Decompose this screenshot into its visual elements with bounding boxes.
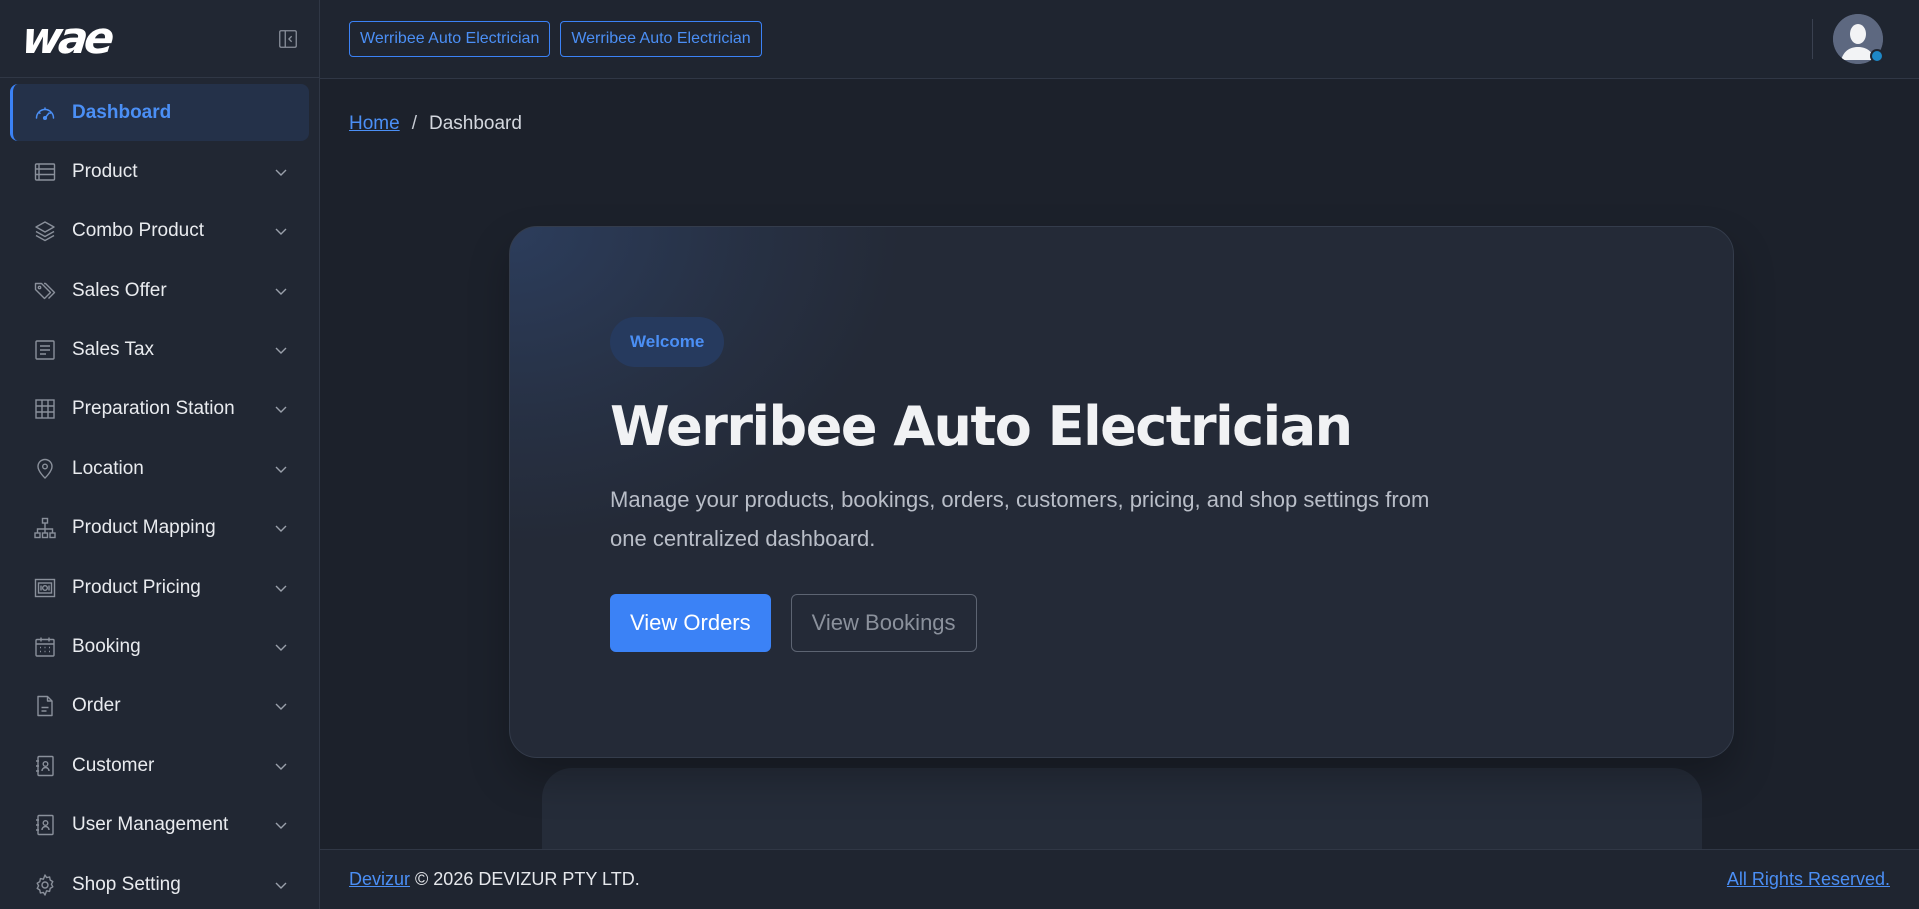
shop-chip[interactable]: Werribee Auto Electrician (349, 21, 551, 57)
document-list-icon (32, 337, 58, 363)
hero-title: Werribee Auto Electrician (610, 395, 1353, 458)
topbar-divider (1812, 19, 1813, 59)
sidebar-item-order[interactable]: Order (10, 678, 309, 735)
breadcrumb: Home / Dashboard (349, 113, 1890, 135)
sidebar-item-label: Booking (72, 636, 141, 658)
chevron-down-icon (275, 347, 287, 355)
sidebar-item-label: Preparation Station (72, 398, 235, 420)
footer-company-link[interactable]: Devizur (349, 869, 410, 890)
sidebar-item-label: Product Pricing (72, 576, 201, 598)
main-area: Werribee Auto Electrician Werribee Auto … (320, 0, 1919, 909)
user-book-icon (32, 812, 58, 838)
breadcrumb-home-link[interactable]: Home (349, 113, 400, 135)
brand-logo[interactable]: wae (19, 13, 113, 64)
hierarchy-icon (32, 515, 58, 541)
chevron-down-icon (275, 525, 287, 533)
sidebar-item-customer[interactable]: Customer (10, 737, 309, 794)
chevron-down-icon (275, 763, 287, 770)
sidebar-item-preparation-station[interactable]: Preparation Station (10, 381, 309, 438)
welcome-hero-card: Welcome Werribee Auto Electrician Manage… (509, 226, 1734, 758)
sidebar-item-label: Dashboard (72, 101, 172, 123)
user-avatar-wrapper[interactable] (1833, 14, 1884, 64)
sidebar: wae Dashboard Product Combo Product Sale… (0, 0, 320, 909)
sidebar-item-label: Sales Offer (72, 279, 167, 301)
topbar: Werribee Auto Electrician Werribee Auto … (320, 0, 1919, 79)
sidebar-item-product-pricing[interactable]: Product Pricing (10, 559, 309, 616)
shop-chip[interactable]: Werribee Auto Electrician (560, 21, 762, 57)
page-content: Home / Dashboard Welcome Werribee Auto E… (320, 79, 1919, 909)
sidebar-header: wae (0, 0, 319, 78)
sidebar-item-dashboard[interactable]: Dashboard (10, 84, 309, 141)
view-orders-button[interactable]: View Orders (610, 594, 771, 653)
sidebar-item-product-mapping[interactable]: Product Mapping (10, 500, 309, 557)
sidebar-item-user-management[interactable]: User Management (10, 797, 309, 854)
sidebar-item-label: Sales Tax (72, 339, 155, 361)
sidebar-item-location[interactable]: Location (10, 440, 309, 497)
sidebar-item-label: Shop Setting (72, 873, 181, 895)
collapse-sidebar-icon[interactable] (275, 26, 301, 52)
footer-rights-link[interactable]: All Rights Reserved. (1727, 869, 1890, 890)
sidebar-item-label: Combo Product (72, 220, 205, 242)
chevron-down-icon (275, 228, 287, 236)
view-bookings-button[interactable]: View Bookings (790, 594, 977, 653)
calendar-icon (32, 634, 58, 660)
sidebar-item-booking[interactable]: Booking (10, 619, 309, 676)
chevron-down-icon (275, 882, 287, 889)
sidebar-item-shop-setting[interactable]: Shop Setting (10, 856, 309, 909)
online-status-badge (1870, 49, 1884, 63)
chevron-down-icon (275, 703, 287, 711)
footer-copyright: © 2026 DEVIZUR PTY LTD. (410, 869, 640, 890)
hero-actions: View Orders View Bookings (610, 594, 1733, 653)
layers-icon (32, 218, 58, 244)
file-icon (32, 693, 58, 719)
pricing-icon (32, 575, 58, 601)
hero-description: Manage your products, bookings, orders, … (610, 487, 1430, 552)
dashboard-icon (32, 100, 58, 126)
chevron-down-icon (275, 288, 287, 295)
chevron-down-icon (275, 644, 287, 652)
footer-copyright-text: © 2026 DEVIZUR PTY LTD. (415, 869, 640, 889)
tags-icon (32, 278, 58, 304)
app-shell: wae Dashboard Product Combo Product Sale… (0, 0, 1919, 909)
sidebar-item-label: Customer (72, 754, 155, 776)
sidebar-item-sales-offer[interactable]: Sales Offer (10, 262, 309, 319)
sidebar-item-sales-tax[interactable]: Sales Tax (10, 322, 309, 379)
sidebar-item-label: Product (72, 160, 138, 182)
product-icon (32, 159, 58, 185)
map-pin-icon (32, 456, 58, 482)
breadcrumb-separator: / (411, 113, 417, 134)
sidebar-item-combo-product[interactable]: Combo Product (10, 203, 309, 260)
sidebar-item-product[interactable]: Product (10, 143, 309, 200)
chevron-down-icon (275, 822, 287, 830)
footer: Devizur © 2026 DEVIZUR PTY LTD. All Righ… (320, 849, 1919, 909)
welcome-badge: Welcome (610, 317, 725, 367)
grid-icon (32, 396, 58, 422)
chevron-down-icon (275, 466, 287, 473)
sidebar-nav: Dashboard Product Combo Product Sales Of… (0, 78, 319, 909)
sidebar-item-label: User Management (72, 814, 229, 836)
sidebar-item-label: Product Mapping (72, 517, 216, 539)
breadcrumb-current: Dashboard (428, 113, 522, 134)
chevron-down-icon (275, 585, 287, 592)
sidebar-item-label: Location (72, 457, 144, 479)
chevron-down-icon (275, 169, 287, 176)
gear-icon (32, 872, 58, 898)
contact-book-icon (32, 753, 58, 779)
sidebar-item-label: Order (72, 695, 121, 717)
chevron-down-icon (275, 406, 287, 414)
